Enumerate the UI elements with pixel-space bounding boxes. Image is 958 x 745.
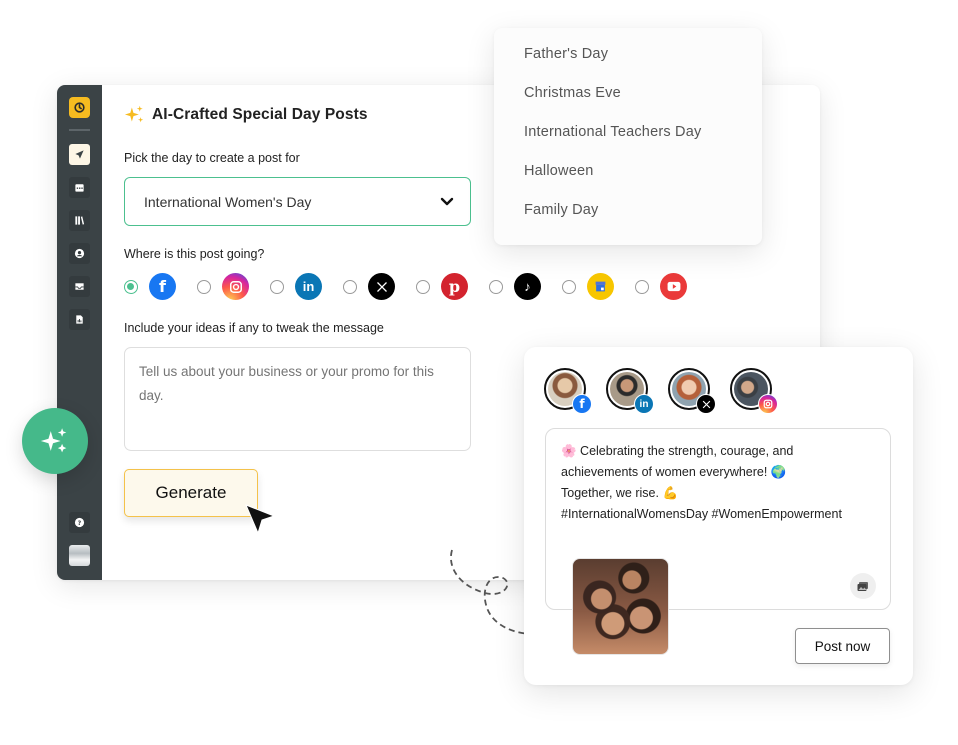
account-avatar-facebook[interactable]: f — [544, 368, 592, 414]
post-text-line: Together, we rise. 💪 — [561, 486, 679, 500]
selected-day: International Women's Day — [144, 193, 312, 210]
page-title: AI-Crafted Special Day Posts — [152, 105, 368, 123]
post-image-thumbnail[interactable] — [572, 558, 669, 655]
svg-text:?: ? — [78, 520, 82, 527]
day-dropdown-menu: Father's Day Christmas Eve International… — [494, 28, 762, 245]
sidebar-item-reports[interactable] — [69, 309, 90, 330]
instagram-icon — [222, 273, 249, 300]
page-header: AI-Crafted Special Day Posts — [124, 104, 368, 125]
youtube-icon — [660, 273, 687, 300]
post-preview-card: f in 🌸 Celebrating the strength, courage… — [524, 347, 913, 685]
post-now-button[interactable]: Post now — [795, 628, 890, 664]
instagram-icon — [758, 394, 778, 414]
account-avatar-x[interactable] — [668, 368, 716, 414]
x-icon — [696, 394, 716, 414]
platform-option-instagram[interactable] — [197, 273, 249, 300]
platform-radio[interactable] — [124, 279, 138, 294]
google-business-icon — [587, 273, 614, 300]
post-text-line: #InternationalWomensDay #WomenEmpowermen… — [561, 507, 842, 521]
generate-button[interactable]: Generate — [124, 469, 258, 517]
platform-radio[interactable] — [197, 279, 211, 294]
platform-option-x[interactable] — [343, 273, 395, 300]
platform-radio[interactable] — [416, 279, 430, 294]
dropdown-option[interactable]: International Teachers Day — [524, 124, 701, 140]
dropdown-option[interactable]: Christmas Eve — [524, 85, 621, 101]
platform-option-linkedin[interactable]: in — [270, 273, 322, 300]
mouse-cursor-icon — [245, 504, 276, 535]
history-clock-icon[interactable] — [69, 97, 90, 118]
sidebar-item-publish[interactable] — [69, 144, 90, 165]
day-label: Pick the day to create a post for — [124, 151, 300, 165]
platform-radio[interactable] — [489, 279, 503, 294]
report-icon — [76, 315, 83, 324]
platform-radio[interactable] — [270, 279, 284, 294]
selected-accounts: f in — [544, 368, 778, 414]
inbox-icon — [75, 283, 84, 290]
tiktok-icon: ♪ — [514, 273, 541, 300]
platform-radio[interactable] — [562, 279, 576, 294]
account-avatar-linkedin[interactable]: in — [606, 368, 654, 414]
sparkle-icon — [40, 428, 67, 453]
sidebar-item-help[interactable]: ? — [69, 512, 90, 533]
send-icon — [75, 150, 84, 159]
image-icon — [857, 581, 868, 591]
dropdown-option[interactable]: Halloween — [524, 163, 594, 179]
sparkle-icon — [124, 105, 144, 123]
account-avatar-instagram[interactable] — [730, 368, 778, 414]
facebook-icon: f — [572, 394, 592, 414]
chevron-down-icon — [440, 197, 454, 205]
day-select[interactable]: International Women's Day — [124, 177, 471, 226]
sidebar: ? — [57, 85, 102, 580]
post-text-line: 🌸 Celebrating the strength, courage, and — [561, 444, 794, 458]
sidebar-item-inbox[interactable] — [69, 276, 90, 297]
help-icon: ? — [74, 517, 85, 528]
linkedin-icon: in — [634, 394, 654, 414]
platform-radio[interactable] — [343, 279, 357, 294]
linkedin-icon: in — [295, 273, 322, 300]
dropdown-option[interactable]: Family Day — [524, 202, 599, 218]
ai-assistant-button[interactable] — [22, 408, 88, 474]
library-icon — [75, 216, 85, 225]
platform-option-facebook[interactable]: f — [124, 273, 176, 300]
sidebar-item-calendar[interactable] — [69, 177, 90, 198]
dropdown-option[interactable]: Father's Day — [524, 46, 608, 62]
post-text-line: achievements of women everywhere! 🌍 — [561, 465, 787, 479]
platform-option-google-business[interactable] — [562, 273, 614, 300]
platform-option-tiktok[interactable]: ♪ — [489, 273, 541, 300]
platform-selector: f in p ♪ — [124, 273, 708, 300]
ideas-label: Include your ideas if any to tweak the m… — [124, 321, 384, 335]
calendar-icon — [75, 184, 84, 192]
x-icon — [368, 273, 395, 300]
add-media-button[interactable] — [850, 573, 876, 599]
platform-label: Where is this post going? — [124, 247, 265, 261]
sidebar-item-contacts[interactable] — [69, 243, 90, 264]
user-circle-icon — [74, 248, 85, 259]
pinterest-icon: p — [441, 273, 468, 300]
sidebar-item-library[interactable] — [69, 210, 90, 231]
sidebar-divider — [69, 129, 90, 131]
platform-option-pinterest[interactable]: p — [416, 273, 468, 300]
ideas-input[interactable] — [124, 347, 471, 451]
platform-option-youtube[interactable] — [635, 273, 687, 300]
user-avatar[interactable] — [69, 545, 90, 566]
facebook-icon: f — [149, 273, 176, 300]
platform-radio[interactable] — [635, 279, 649, 294]
